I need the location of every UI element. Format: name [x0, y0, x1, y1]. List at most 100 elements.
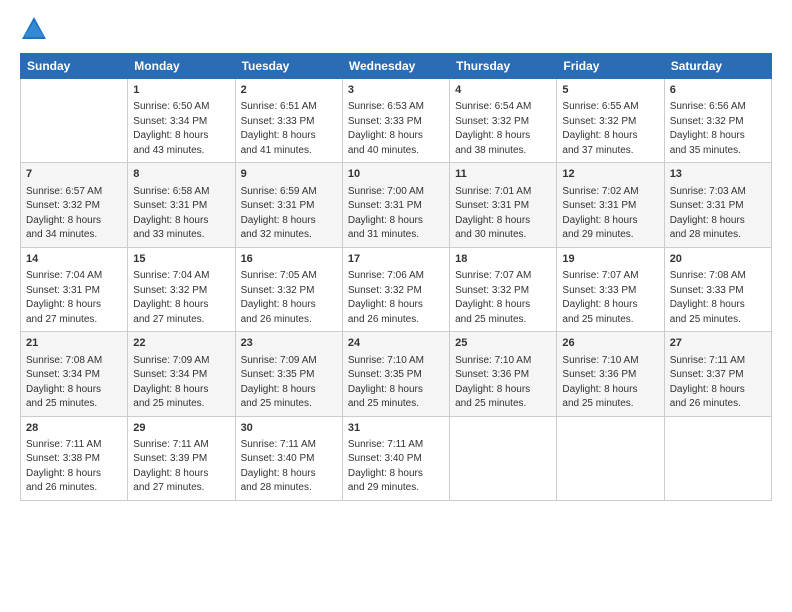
- day-number: 5: [562, 83, 658, 98]
- day-info: Sunrise: 7:10 AMSunset: 3:35 PMDaylight:…: [348, 354, 444, 412]
- day-info: Sunrise: 7:10 AMSunset: 3:36 PMDaylight:…: [562, 354, 658, 412]
- day-info: Sunrise: 7:08 AMSunset: 3:34 PMDaylight:…: [26, 354, 122, 412]
- day-number: 19: [562, 252, 658, 267]
- page-container: SundayMondayTuesdayWednesdayThursdayFrid…: [0, 0, 792, 511]
- day-number: 28: [26, 421, 122, 436]
- day-cell-1-5: 12 Sunrise: 7:02 AMSunset: 3:31 PMDayligh…: [557, 163, 664, 247]
- day-number: 7: [26, 167, 122, 182]
- day-info: Sunrise: 6:57 AMSunset: 3:32 PMDaylight:…: [26, 185, 122, 243]
- week-row-0: 1 Sunrise: 6:50 AMSunset: 3:34 PMDaylight…: [21, 79, 772, 163]
- day-number: 15: [133, 252, 229, 267]
- day-cell-0-4: 4 Sunrise: 6:54 AMSunset: 3:32 PMDaylight…: [450, 79, 557, 163]
- day-info: Sunrise: 6:59 AMSunset: 3:31 PMDaylight:…: [241, 185, 337, 243]
- day-number: 3: [348, 83, 444, 98]
- day-info: Sunrise: 7:11 AMSunset: 3:40 PMDaylight:…: [348, 438, 444, 496]
- day-cell-4-4: [450, 416, 557, 500]
- day-cell-2-6: 20Sunrise: 7:08 AMSunset: 3:33 PMDayligh…: [664, 247, 771, 331]
- day-info: Sunrise: 6:55 AMSunset: 3:32 PMDaylight:…: [562, 100, 658, 158]
- day-info: Sunrise: 7:10 AMSunset: 3:36 PMDaylight:…: [455, 354, 551, 412]
- week-row-1: 7 Sunrise: 6:57 AMSunset: 3:32 PMDaylight…: [21, 163, 772, 247]
- header: [20, 15, 772, 43]
- day-cell-4-0: 28 Sunrise: 7:11 AMSunset: 3:38 PMDayligh…: [21, 416, 128, 500]
- day-cell-0-0: [21, 79, 128, 163]
- day-cell-2-5: 19 Sunrise: 7:07 AMSunset: 3:33 PMDayligh…: [557, 247, 664, 331]
- day-cell-0-3: 3 Sunrise: 6:53 AMSunset: 3:33 PMDaylight…: [342, 79, 449, 163]
- day-info: Sunrise: 6:54 AMSunset: 3:32 PMDaylight:…: [455, 100, 551, 158]
- day-cell-3-4: 25 Sunrise: 7:10 AMSunset: 3:36 PMDayligh…: [450, 332, 557, 416]
- day-cell-4-5: [557, 416, 664, 500]
- day-info: Sunrise: 7:02 AMSunset: 3:31 PMDaylight:…: [562, 185, 658, 243]
- day-number: 24: [348, 336, 444, 351]
- day-info: Sunrise: 7:07 AMSunset: 3:33 PMDaylight:…: [562, 269, 658, 327]
- col-header-wednesday: Wednesday: [342, 54, 449, 79]
- day-info: Sunrise: 7:04 AMSunset: 3:31 PMDaylight:…: [26, 269, 122, 327]
- day-cell-1-2: 9 Sunrise: 6:59 AMSunset: 3:31 PMDaylight…: [235, 163, 342, 247]
- day-cell-3-0: 21 Sunrise: 7:08 AMSunset: 3:34 PMDayligh…: [21, 332, 128, 416]
- day-info: Sunrise: 7:04 AMSunset: 3:32 PMDaylight:…: [133, 269, 229, 327]
- day-cell-3-1: 22 Sunrise: 7:09 AMSunset: 3:34 PMDayligh…: [128, 332, 235, 416]
- day-cell-2-3: 17Sunrise: 7:06 AMSunset: 3:32 PMDayligh…: [342, 247, 449, 331]
- week-row-2: 14Sunrise: 7:04 AMSunset: 3:31 PMDayligh…: [21, 247, 772, 331]
- day-info: Sunrise: 6:51 AMSunset: 3:33 PMDaylight:…: [241, 100, 337, 158]
- day-number: 4: [455, 83, 551, 98]
- col-header-thursday: Thursday: [450, 54, 557, 79]
- day-cell-1-0: 7 Sunrise: 6:57 AMSunset: 3:32 PMDaylight…: [21, 163, 128, 247]
- day-number: 23: [241, 336, 337, 351]
- day-number: 10: [348, 167, 444, 182]
- day-info: Sunrise: 6:50 AMSunset: 3:34 PMDaylight:…: [133, 100, 229, 158]
- col-header-saturday: Saturday: [664, 54, 771, 79]
- day-cell-3-3: 24 Sunrise: 7:10 AMSunset: 3:35 PMDayligh…: [342, 332, 449, 416]
- day-cell-3-5: 26Sunrise: 7:10 AMSunset: 3:36 PMDayligh…: [557, 332, 664, 416]
- day-number: 12: [562, 167, 658, 182]
- day-cell-1-1: 8 Sunrise: 6:58 AMSunset: 3:31 PMDaylight…: [128, 163, 235, 247]
- day-number: 16: [241, 252, 337, 267]
- day-info: Sunrise: 7:09 AMSunset: 3:34 PMDaylight:…: [133, 354, 229, 412]
- header-row: SundayMondayTuesdayWednesdayThursdayFrid…: [21, 54, 772, 79]
- day-number: 27: [670, 336, 766, 351]
- day-number: 9: [241, 167, 337, 182]
- day-info: Sunrise: 7:11 AMSunset: 3:37 PMDaylight:…: [670, 354, 766, 412]
- day-number: 25: [455, 336, 551, 351]
- day-cell-3-6: 27 Sunrise: 7:11 AMSunset: 3:37 PMDayligh…: [664, 332, 771, 416]
- day-info: Sunrise: 7:11 AMSunset: 3:40 PMDaylight:…: [241, 438, 337, 496]
- day-info: Sunrise: 6:56 AMSunset: 3:32 PMDaylight:…: [670, 100, 766, 158]
- day-info: Sunrise: 7:11 AMSunset: 3:39 PMDaylight:…: [133, 438, 229, 496]
- day-cell-1-4: 11Sunrise: 7:01 AMSunset: 3:31 PMDayligh…: [450, 163, 557, 247]
- day-info: Sunrise: 7:09 AMSunset: 3:35 PMDaylight:…: [241, 354, 337, 412]
- day-info: Sunrise: 6:53 AMSunset: 3:33 PMDaylight:…: [348, 100, 444, 158]
- day-info: Sunrise: 7:05 AMSunset: 3:32 PMDaylight:…: [241, 269, 337, 327]
- day-info: Sunrise: 6:58 AMSunset: 3:31 PMDaylight:…: [133, 185, 229, 243]
- day-cell-0-5: 5 Sunrise: 6:55 AMSunset: 3:32 PMDaylight…: [557, 79, 664, 163]
- day-number: 21: [26, 336, 122, 351]
- day-cell-0-2: 2 Sunrise: 6:51 AMSunset: 3:33 PMDaylight…: [235, 79, 342, 163]
- day-number: 30: [241, 421, 337, 436]
- logo-icon: [20, 15, 48, 43]
- day-info: Sunrise: 7:08 AMSunset: 3:33 PMDaylight:…: [670, 269, 766, 327]
- day-info: Sunrise: 7:00 AMSunset: 3:31 PMDaylight:…: [348, 185, 444, 243]
- col-header-friday: Friday: [557, 54, 664, 79]
- day-number: 18: [455, 252, 551, 267]
- day-cell-3-2: 23 Sunrise: 7:09 AMSunset: 3:35 PMDayligh…: [235, 332, 342, 416]
- day-number: 2: [241, 83, 337, 98]
- day-cell-4-1: 29 Sunrise: 7:11 AMSunset: 3:39 PMDayligh…: [128, 416, 235, 500]
- day-info: Sunrise: 7:11 AMSunset: 3:38 PMDaylight:…: [26, 438, 122, 496]
- day-number: 29: [133, 421, 229, 436]
- day-number: 1: [133, 83, 229, 98]
- day-number: 6: [670, 83, 766, 98]
- day-info: Sunrise: 7:07 AMSunset: 3:32 PMDaylight:…: [455, 269, 551, 327]
- day-info: Sunrise: 7:03 AMSunset: 3:31 PMDaylight:…: [670, 185, 766, 243]
- day-number: 11: [455, 167, 551, 182]
- col-header-tuesday: Tuesday: [235, 54, 342, 79]
- day-cell-2-4: 18 Sunrise: 7:07 AMSunset: 3:32 PMDayligh…: [450, 247, 557, 331]
- logo: [20, 15, 52, 43]
- day-cell-2-2: 16 Sunrise: 7:05 AMSunset: 3:32 PMDayligh…: [235, 247, 342, 331]
- day-cell-0-6: 6 Sunrise: 6:56 AMSunset: 3:32 PMDaylight…: [664, 79, 771, 163]
- day-number: 8: [133, 167, 229, 182]
- day-info: Sunrise: 7:06 AMSunset: 3:32 PMDaylight:…: [348, 269, 444, 327]
- day-number: 13: [670, 167, 766, 182]
- day-number: 31: [348, 421, 444, 436]
- day-cell-1-6: 13 Sunrise: 7:03 AMSunset: 3:31 PMDayligh…: [664, 163, 771, 247]
- day-number: 22: [133, 336, 229, 351]
- week-row-4: 28 Sunrise: 7:11 AMSunset: 3:38 PMDayligh…: [21, 416, 772, 500]
- calendar-table: SundayMondayTuesdayWednesdayThursdayFrid…: [20, 53, 772, 501]
